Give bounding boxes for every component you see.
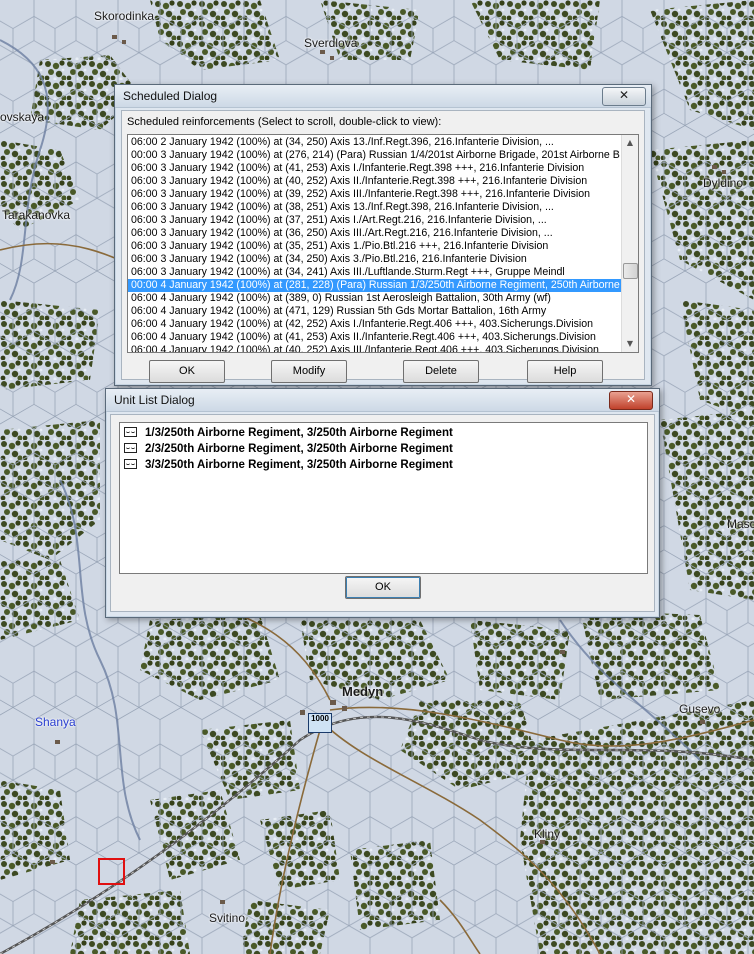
reinforcement-row[interactable]: 06:00 4 January 1942 (100%) at (40, 252)… [128,344,621,352]
airborne-unit-icon [124,427,137,437]
reinforcements-scrollbar[interactable]: ▲ ▼ [621,135,638,352]
unit-counter-strength: 1000 [311,714,329,723]
scheduled-dialog-caption: Scheduled reinforcements (Select to scro… [127,116,442,128]
reinforcement-row[interactable]: 06:00 3 January 1942 (100%) at (38, 251)… [128,201,621,214]
reinforcement-row[interactable]: 06:00 2 January 1942 (100%) at (34, 250)… [128,136,621,149]
ok-button[interactable]: OK [149,360,225,383]
airborne-unit-icon [124,459,137,469]
town-label-ovskaya: ovskaya [0,110,45,124]
scroll-thumb[interactable] [623,263,638,279]
unit-list-dialog-body: 1/3/250th Airborne Regiment, 3/250th Air… [110,414,655,612]
town-label-gusevo: Gusevo [679,702,721,716]
unit-list[interactable]: 1/3/250th Airborne Regiment, 3/250th Air… [119,422,648,574]
unit-list-dialog-title: Unit List Dialog [106,389,659,412]
unit-name: 3/3/250th Airborne Regiment, 3/250th Air… [145,459,453,471]
scheduled-dialog-body: Scheduled reinforcements (Select to scro… [121,110,645,383]
reinforcements-list[interactable]: 06:00 2 January 1942 (100%) at (34, 250)… [127,134,639,353]
town-label-svitino: Svitino [209,911,246,925]
town-label-skorodinka: Skorodinka [94,9,155,23]
close-icon: ✕ [625,392,637,406]
scroll-down-arrow-icon[interactable]: ▼ [622,336,638,352]
reinforcements-rows: 06:00 2 January 1942 (100%) at (34, 250)… [128,136,621,352]
scheduled-dialog-close-button[interactable]: ✕ [602,87,646,106]
unit-list-item[interactable]: 1/3/250th Airborne Regiment, 3/250th Air… [120,425,647,441]
airborne-unit-icon [124,443,137,453]
reinforcement-row[interactable]: 06:00 3 January 1942 (100%) at (37, 251)… [128,214,621,227]
help-button[interactable]: Help [527,360,603,383]
reinforcement-row[interactable]: 00:00 4 January 1942 (100%) at (281, 228… [128,279,621,292]
unit-list-item[interactable]: 2/3/250th Airborne Regiment, 3/250th Air… [120,441,647,457]
reinforcement-row[interactable]: 06:00 3 January 1942 (100%) at (39, 252)… [128,188,621,201]
close-icon: ✕ [618,88,630,102]
town-label-shanya: Shanya [35,715,76,729]
reinforcement-row[interactable]: 06:00 4 January 1942 (100%) at (42, 252)… [128,318,621,331]
unit-name: 1/3/250th Airborne Regiment, 3/250th Air… [145,427,453,439]
scheduled-dialog-title: Scheduled Dialog [115,85,651,108]
reinforcement-row[interactable]: 06:00 3 January 1942 (100%) at (41, 253)… [128,162,621,175]
reinforcement-row[interactable]: 06:00 3 January 1942 (100%) at (36, 250)… [128,227,621,240]
reinforcement-row[interactable]: 06:00 3 January 1942 (100%) at (34, 241)… [128,266,621,279]
scroll-up-arrow-icon[interactable]: ▲ [622,135,638,151]
delete-button[interactable]: Delete [403,360,479,383]
town-label-tarakanovka: Tarakanovka [2,208,71,222]
unit-name: 2/3/250th Airborne Regiment, 3/250th Air… [145,443,453,455]
reinforcement-row[interactable]: 06:00 4 January 1942 (100%) at (41, 253)… [128,331,621,344]
reinforcement-row[interactable]: 06:00 4 January 1942 (100%) at (471, 129… [128,305,621,318]
unit-list-ok-button[interactable]: OK [345,576,421,599]
modify-button[interactable]: Modify [271,360,347,383]
reinforcement-row[interactable]: 06:00 3 January 1942 (100%) at (40, 252)… [128,175,621,188]
unit-list-item[interactable]: 3/3/250th Airborne Regiment, 3/250th Air… [120,457,647,473]
reinforcement-row[interactable]: 00:00 3 January 1942 (100%) at (276, 214… [128,149,621,162]
scheduled-dialog: Scheduled Dialog ✕ Scheduled reinforceme… [114,84,652,386]
reinforcement-row[interactable]: 06:00 4 January 1942 (100%) at (389, 0) … [128,292,621,305]
town-label-masc: Masc [727,517,754,531]
town-label-dyldino: Dyldino [703,176,744,190]
town-label-sverdlova: Sverdlova [304,36,358,50]
town-label-medyn: Medyn [342,684,384,699]
map-unit-counter[interactable]: 1000 [308,713,332,733]
unit-list-dialog: Unit List Dialog ✕ 1/3/250th Airborne Re… [105,388,660,618]
unit-list-dialog-close-button[interactable]: ✕ [609,391,653,410]
reinforcement-row[interactable]: 06:00 3 January 1942 (100%) at (35, 251)… [128,240,621,253]
town-label-kliny: Kliny [534,827,561,841]
reinforcement-row[interactable]: 06:00 3 January 1942 (100%) at (34, 250)… [128,253,621,266]
